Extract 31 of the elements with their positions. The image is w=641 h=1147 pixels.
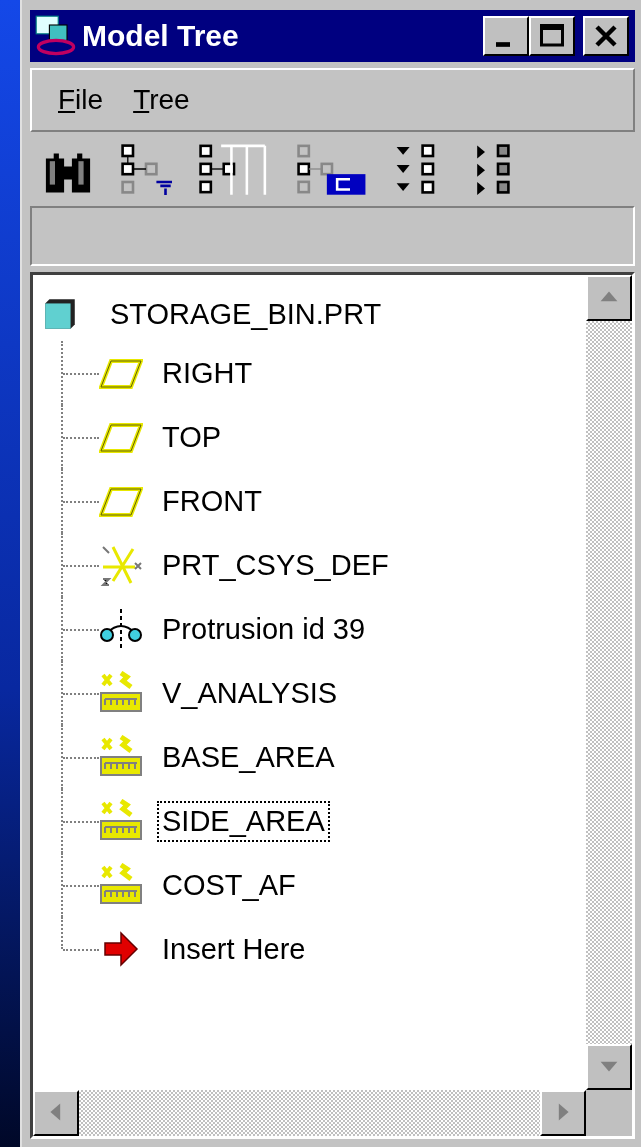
tree-filter-icon[interactable]: [120, 143, 172, 195]
feature-label[interactable]: Protrusion id 39: [157, 608, 371, 650]
feature-label[interactable]: RIGHT: [157, 352, 258, 394]
minimize-button[interactable]: [483, 16, 529, 56]
close-button[interactable]: [583, 16, 629, 56]
model-node-label[interactable]: STORAGE_BIN.PRT: [105, 293, 387, 335]
feature-label[interactable]: SIDE_AREA: [157, 800, 330, 842]
input-field[interactable]: [30, 206, 635, 266]
coordinate-system-icon: [99, 543, 143, 587]
menu-item[interactable]: Tree: [133, 84, 190, 116]
feature-label[interactable]: FRONT: [157, 480, 267, 522]
maximize-button[interactable]: [529, 16, 575, 56]
scroll-left-button[interactable]: [33, 1090, 79, 1136]
protrusion-icon: [99, 607, 143, 651]
tree-selection-icon[interactable]: [296, 143, 368, 195]
menu-item[interactable]: File: [58, 84, 104, 116]
feature-label[interactable]: V_ANALYSIS: [157, 672, 343, 714]
vertical-scrollbar[interactable]: [586, 275, 632, 1090]
scrollbar-corner: [586, 1090, 632, 1136]
scroll-right-button[interactable]: [540, 1090, 586, 1136]
scroll-down-button[interactable]: [586, 1044, 632, 1090]
feature-label[interactable]: BASE_AREA: [157, 736, 340, 778]
feature-label[interactable]: COST_AF: [157, 864, 301, 906]
minimize-icon: [496, 41, 510, 47]
feature-label[interactable]: Insert Here: [157, 928, 311, 970]
horizontal-scrollbar[interactable]: [33, 1090, 586, 1136]
feature-label[interactable]: PRT_CSYS_DEF: [157, 544, 394, 586]
feature-label[interactable]: TOP: [157, 416, 227, 458]
app-icon: [34, 14, 78, 58]
scroll-up-button[interactable]: [586, 275, 632, 321]
window-title: Model Tree: [82, 19, 240, 53]
